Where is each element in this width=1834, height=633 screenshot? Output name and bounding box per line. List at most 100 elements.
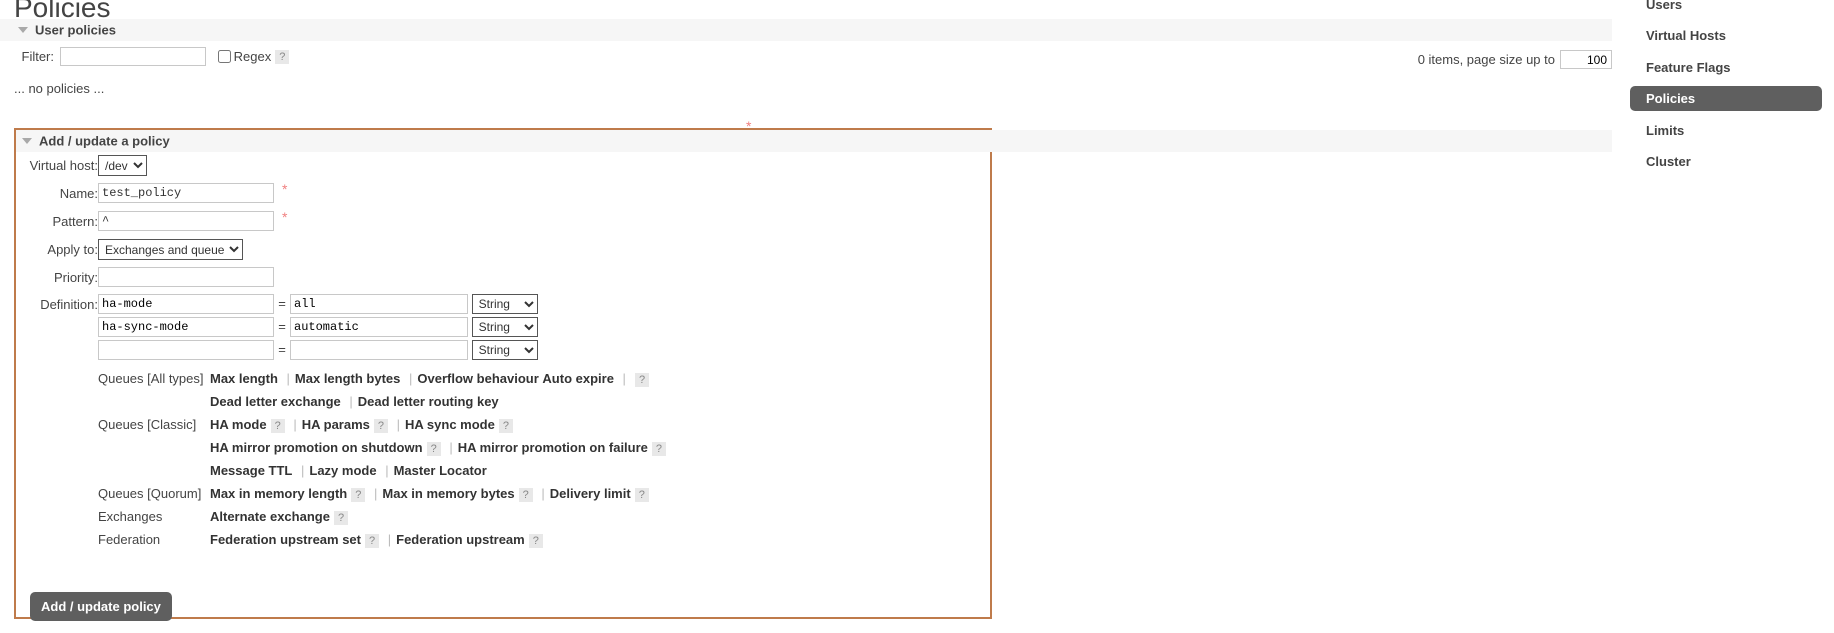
hint-row: Queues [Classic] HA mode? | HA params? | HA… [98, 415, 666, 438]
help-icon[interactable]: ? [351, 487, 366, 502]
hint-link[interactable]: HA mode [210, 417, 267, 432]
hint-link-list: Message TTL | Lazy mode | Master Locator [210, 461, 666, 484]
hint-link[interactable]: Dead letter routing key [358, 394, 499, 409]
regex-checkbox[interactable] [217, 49, 231, 63]
form-row-priority: Priority: [16, 264, 666, 292]
definition-row: = StringNumberBooleanList [98, 315, 666, 338]
page-size-row: 0 items, page size up to [1418, 50, 1612, 69]
help-icon[interactable]: ? [333, 510, 349, 525]
filter-label: Filter: [21, 49, 55, 64]
hint-row: HA mirror promotion on shutdown? | HA mir… [98, 438, 667, 461]
help-icon[interactable]: ? [651, 441, 667, 456]
help-icon[interactable]: ? [634, 487, 649, 502]
regex-help-icon[interactable]: ? [275, 50, 290, 65]
hint-link[interactable]: HA params [302, 417, 370, 432]
definition-key-input[interactable] [98, 317, 274, 338]
virtual-host-select[interactable]: /dev [98, 155, 147, 176]
hint-link[interactable]: Max length bytes [295, 371, 400, 386]
hint-link[interactable]: Federation upstream set [210, 532, 361, 547]
apply-to-label: Apply to: [47, 242, 98, 257]
definition-rows: = StringNumberBooleanList= StringNumberB… [98, 292, 666, 361]
hint-row: Federation Federation upstream set? | Fede… [98, 530, 666, 553]
regex-option: Regex? [217, 48, 290, 65]
nav-item-feature-flags[interactable]: Feature Flags [1630, 55, 1822, 80]
definition-value-input[interactable] [290, 316, 468, 337]
user-policies-section-header[interactable]: User policies [0, 19, 1612, 41]
hint-link[interactable]: Federation upstream [396, 532, 525, 547]
definition-value-input[interactable] [290, 293, 468, 314]
help-icon[interactable]: ? [634, 372, 650, 387]
add-update-policy-button[interactable]: Add / update policy [30, 592, 172, 621]
hint-link[interactable]: Max in memory length [210, 486, 347, 501]
help-icon[interactable]: ? [528, 533, 543, 548]
hint-link[interactable]: Dead letter exchange [210, 394, 341, 409]
hint-link[interactable]: HA mirror promotion on failure [458, 440, 648, 455]
nav-item-users[interactable]: Users [1630, 0, 1822, 17]
name-required-star: * [282, 181, 288, 197]
add-policy-section-header[interactable]: Add / update a policy [16, 130, 1612, 152]
hint-group-label [98, 438, 210, 461]
hint-separator: | [300, 463, 305, 479]
items-count-text: 0 items, page size up to [1417, 52, 1555, 67]
no-policies-message: ... no policies ... [14, 81, 105, 96]
definition-value-input[interactable] [290, 339, 468, 360]
hint-group-label: Queues [All types] [98, 371, 204, 387]
secondary-navigation: Users Virtual Hosts Feature Flags Policies L… [1612, 0, 1834, 633]
definition-type-select[interactable]: StringNumberBooleanList [471, 316, 538, 337]
hint-link[interactable]: Delivery limit [550, 486, 631, 501]
hint-link[interactable]: Master Locator [394, 463, 487, 478]
add-policy-form: Virtual host: /dev Name: * Pattern: * [16, 152, 990, 553]
help-icon[interactable]: ? [365, 533, 380, 548]
hint-link[interactable]: HA sync mode [405, 417, 495, 432]
user-policies-label: User policies [35, 22, 116, 38]
help-icon[interactable]: ? [270, 418, 285, 433]
name-input[interactable] [98, 183, 274, 203]
hint-link[interactable]: Max in memory bytes [382, 486, 514, 501]
definition-type-select[interactable]: StringNumberBooleanList [471, 293, 538, 314]
help-icon[interactable]: ? [426, 441, 441, 456]
definition-key-input[interactable] [98, 294, 274, 314]
nav-item-limits[interactable]: Limits [1630, 118, 1822, 143]
priority-input[interactable] [98, 267, 274, 287]
nav-item-virtual-hosts[interactable]: Virtual Hosts [1630, 23, 1822, 48]
definition-type-select[interactable]: StringNumberBooleanList [471, 339, 538, 360]
hint-group-label [98, 392, 210, 415]
apply-to-select[interactable]: Exchanges and queuesExchangesQueues [98, 239, 243, 260]
filter-row: Filter: Regex? [0, 47, 290, 69]
collapse-triangle-icon[interactable] [22, 137, 32, 144]
nav-item-policies[interactable]: Policies [1630, 86, 1822, 111]
hint-link[interactable]: Lazy mode [309, 463, 376, 478]
hint-link-list: HA mode? | HA params? | HA sync mode? [210, 415, 666, 438]
form-row-name: Name: * [16, 180, 666, 208]
hint-link-list: Federation upstream set? | Federation ups… [210, 530, 666, 553]
hint-link-list: Max length | Max length bytes | Overflow b… [210, 369, 666, 392]
hint-link[interactable]: Alternate exchange [210, 509, 330, 524]
form-row-vhost: Virtual host: /dev [16, 152, 666, 180]
hint-group-label: Exchanges [98, 509, 163, 525]
help-icon[interactable]: ? [373, 418, 388, 433]
hint-link[interactable]: HA mirror promotion on shutdown [210, 440, 423, 455]
pattern-input[interactable] [98, 211, 274, 231]
hint-separator: | [449, 440, 453, 456]
hint-link[interactable]: Max length [210, 371, 278, 386]
definition-row: = StringNumberBooleanList [98, 338, 666, 361]
form-row-applyto: Apply to: Exchanges and queuesExchangesQ… [16, 236, 666, 264]
nav-item-cluster[interactable]: Cluster [1630, 149, 1822, 174]
equals-sign: = [278, 342, 286, 358]
help-icon[interactable]: ? [498, 418, 513, 433]
filter-input[interactable] [60, 47, 206, 66]
hint-separator: | [387, 532, 392, 548]
definition-key-input[interactable] [98, 340, 274, 361]
hint-row: Message TTL | Lazy mode | Master Locator [98, 461, 666, 484]
hint-link[interactable]: Auto expire [542, 371, 614, 386]
help-icon[interactable]: ? [518, 487, 533, 502]
priority-label: Priority: [53, 270, 98, 285]
hint-link-list: HA mirror promotion on shutdown? | HA mir… [210, 438, 667, 461]
hint-separator: | [349, 394, 353, 410]
hint-link[interactable]: Message TTL [210, 463, 292, 478]
collapse-triangle-icon[interactable] [18, 26, 28, 33]
hint-link[interactable]: Overflow behaviour [417, 371, 538, 386]
hint-row: Queues [All types] Max length | Max length… [98, 369, 666, 392]
hint-separator: | [396, 417, 401, 433]
page-size-input[interactable] [1560, 50, 1612, 69]
